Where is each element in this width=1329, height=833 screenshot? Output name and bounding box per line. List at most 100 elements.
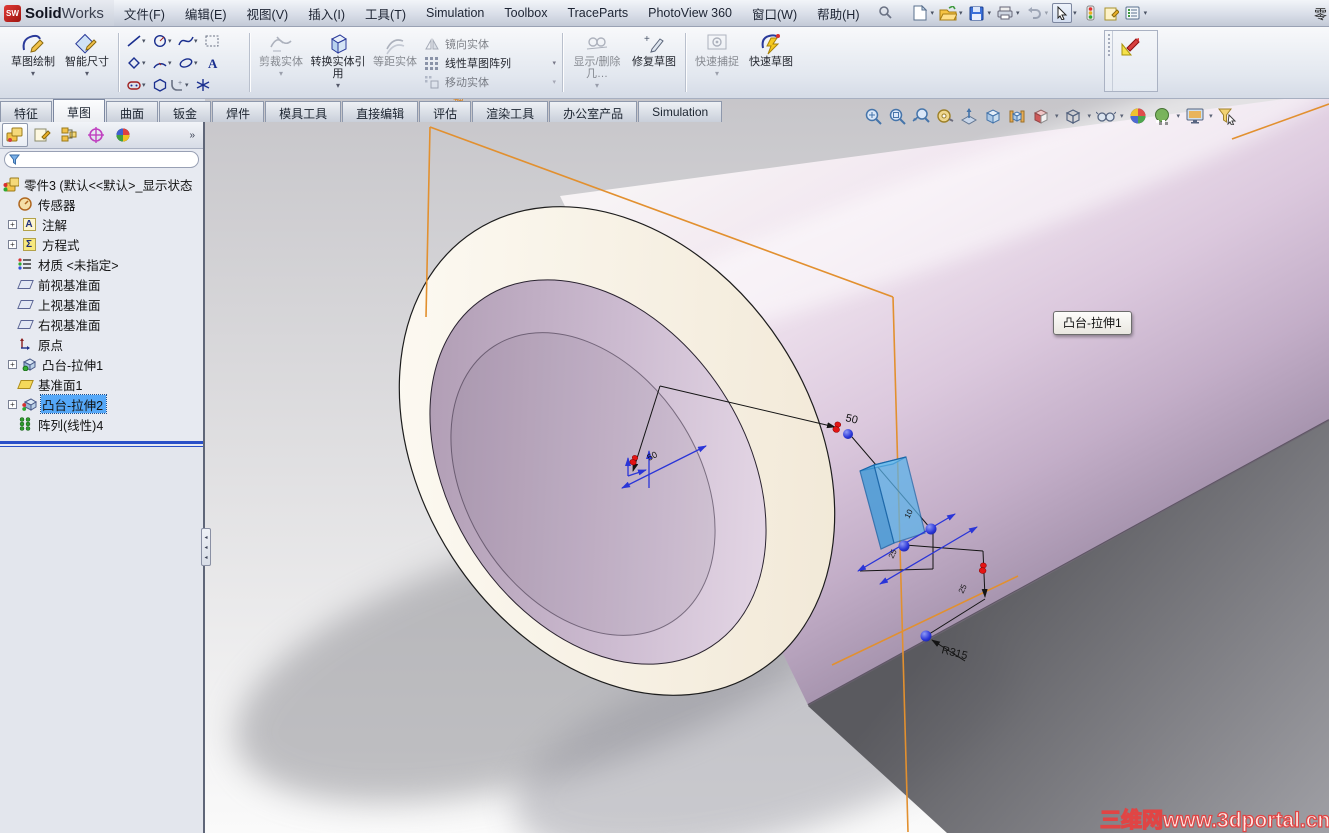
section-view-icon[interactable] (958, 105, 979, 126)
tree-item-boss-extrude2[interactable]: + 凸台-拉伸2 (0, 394, 203, 414)
print-icon[interactable] (995, 3, 1015, 23)
tab-sheet-metal[interactable]: 钣金 (159, 101, 212, 122)
linear-sketch-pattern-row[interactable]: 线性草图阵列 ▾ (424, 55, 556, 71)
tab-render-tools[interactable]: 渲染工具 (472, 101, 549, 122)
tree-filter-input[interactable] (24, 153, 198, 166)
tree-item-sensors[interactable]: 传感器 (0, 194, 203, 214)
traffic-light-icon[interactable] (1081, 3, 1101, 23)
tree-root-part[interactable]: 零件3 (默认<<默认>_显示状态 (0, 174, 203, 194)
menu-file[interactable]: 文件(F) (114, 0, 175, 26)
tab-weldments[interactable]: 焊件 (212, 101, 265, 122)
fillet-icon[interactable]: + (168, 77, 185, 92)
circle-icon[interactable] (151, 33, 168, 48)
sketch-draw-button[interactable]: 草图绘制 ▾ (6, 29, 60, 96)
expand-toggle[interactable]: + (8, 399, 17, 409)
selection-filter-icon[interactable] (1217, 105, 1238, 126)
configuration-manager-tab[interactable] (56, 123, 82, 147)
tree-item-origin[interactable]: 原点 (0, 334, 203, 354)
panel-expand-chevron[interactable]: » (189, 130, 201, 141)
tab-features[interactable]: 特征 (0, 101, 53, 122)
apply-scene-icon[interactable] (1152, 105, 1173, 126)
display-manager-tab[interactable] (110, 123, 136, 147)
tab-direct-editing[interactable]: 直接编辑 (342, 101, 419, 122)
task-list-icon[interactable] (1123, 3, 1143, 23)
zoom-to-selection-icon[interactable] (910, 105, 931, 126)
menu-pin-icon[interactable] (878, 5, 892, 22)
3d-drawing-view-icon[interactable] (1006, 105, 1027, 126)
rapid-sketch-button[interactable]: 快速草图 (744, 29, 798, 96)
tree-item-top-plane[interactable]: 上视基准面 (0, 294, 203, 314)
viewport-3d[interactable]: 基准面1 (205, 99, 1329, 833)
polygon-icon[interactable] (151, 77, 168, 92)
tab-sketch[interactable]: 草图 (53, 99, 106, 122)
diamond-icon[interactable] (125, 55, 142, 70)
convert-entities-button[interactable]: 转换实体引用 ▾ (308, 29, 368, 96)
tab-surfaces[interactable]: 曲面 (106, 101, 159, 122)
expand-toggle[interactable]: + (8, 219, 17, 229)
display-style-icon[interactable] (1063, 105, 1084, 126)
ellipse-icon[interactable] (177, 55, 194, 70)
tree-item-material[interactable]: 材质 <未指定> (0, 254, 203, 274)
repair-sketch-icon: + (643, 31, 665, 56)
menu-tools[interactable]: 工具(T) (355, 0, 416, 26)
tab-evaluate[interactable]: 评估 (419, 101, 472, 122)
tree-item-equations[interactable]: + Σ 方程式 (0, 234, 203, 254)
save-icon[interactable] (967, 3, 987, 23)
view-orientation-cube-icon[interactable] (982, 105, 1003, 126)
menu-window[interactable]: 窗口(W) (742, 0, 807, 26)
edit-appearance-icon[interactable] (1128, 105, 1149, 126)
select-cursor-icon[interactable] (1052, 3, 1073, 23)
measure-icon[interactable] (934, 105, 955, 126)
smart-dimension-button[interactable]: 智能尺寸 ▾ (60, 29, 114, 96)
menu-photoview[interactable]: PhotoView 360 (638, 0, 742, 26)
menu-simulation[interactable]: Simulation (416, 0, 494, 26)
view-orientation-icon[interactable] (1030, 105, 1051, 126)
feature-manager-tab[interactable] (2, 123, 28, 147)
window-title-fragment: 零 (1313, 6, 1327, 22)
new-document-icon[interactable] (910, 3, 930, 23)
sketch-text-icon[interactable]: A (203, 55, 220, 70)
rollback-bar[interactable] (0, 441, 203, 447)
menu-view[interactable]: 视图(V) (237, 0, 299, 26)
part-icon (3, 177, 19, 192)
panel-splitter-button[interactable]: ◂ ◂ ◂ (201, 528, 211, 566)
display-delete-relations-icon (585, 31, 609, 56)
point-icon[interactable] (194, 77, 211, 92)
menu-insert[interactable]: 插入(I) (298, 0, 355, 26)
instant3d-button[interactable] (1115, 33, 1145, 61)
expand-toggle[interactable]: + (8, 359, 17, 369)
command-manager-tabs: 特征 草图 曲面 钣金 焊件 模具工具 直接编辑 评估 渲染工具 办公室产品 S… (0, 99, 723, 122)
open-document-icon[interactable] (938, 3, 958, 23)
tree-item-front-plane[interactable]: 前视基准面 (0, 274, 203, 294)
corner-rectangle-icon[interactable] (203, 33, 220, 48)
repair-sketch-button[interactable]: + 修复草图 (627, 29, 681, 96)
zoom-to-fit-icon[interactable] (862, 105, 883, 126)
tab-simulation[interactable]: Simulation (638, 101, 723, 122)
design-binder-icon[interactable] (1102, 3, 1122, 23)
menu-traceparts[interactable]: TraceParts (557, 0, 638, 26)
tree-item-annotations[interactable]: + A 注解 (0, 214, 203, 234)
brand-works: Works (61, 4, 104, 22)
hide-show-items-icon[interactable] (1095, 105, 1116, 126)
line-icon[interactable] (125, 33, 142, 48)
view-settings-icon[interactable] (1184, 105, 1205, 126)
menu-edit[interactable]: 编辑(E) (175, 0, 237, 26)
tree-item-right-plane[interactable]: 右视基准面 (0, 314, 203, 334)
tree-item-boss-extrude1[interactable]: + 凸台-拉伸1 (0, 354, 203, 374)
tree-item-plane1[interactable]: 基准面1 (0, 374, 203, 394)
zoom-to-area-icon[interactable] (886, 105, 907, 126)
spline-icon[interactable] (177, 33, 194, 48)
tab-mold-tools[interactable]: 模具工具 (265, 101, 342, 122)
tab-office-products[interactable]: 办公室产品 (549, 101, 638, 122)
toolbar-drag-handle[interactable] (1105, 31, 1113, 91)
slot-icon[interactable] (125, 77, 142, 92)
expand-toggle[interactable]: + (8, 239, 17, 249)
arc-icon[interactable] (151, 55, 168, 70)
property-manager-tab[interactable] (29, 123, 55, 147)
filter-funnel-icon (9, 154, 20, 165)
dimxpert-manager-tab[interactable] (83, 123, 109, 147)
menu-toolbox[interactable]: Toolbox (494, 0, 557, 26)
tree-item-linear-pattern4[interactable]: 阵列(线性)4 (0, 414, 203, 434)
menu-help[interactable]: 帮助(H) (807, 0, 869, 26)
pattern-icon (17, 417, 33, 432)
